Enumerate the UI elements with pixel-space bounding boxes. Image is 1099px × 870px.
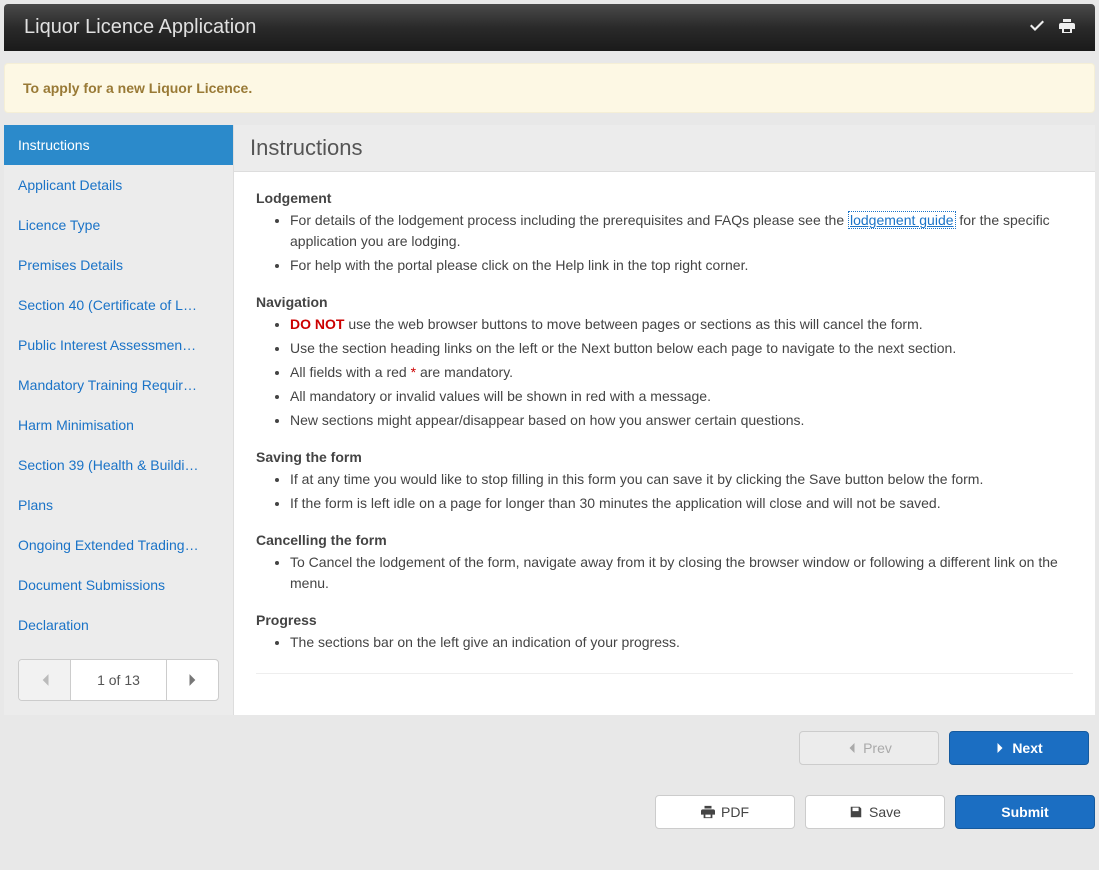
page-title: Liquor Licence Application (24, 16, 256, 39)
section-block: Navigation DO NOT use the web browser but… (256, 294, 1073, 431)
list-item: For help with the portal please click on… (290, 255, 1073, 276)
sidebar-item[interactable]: Document Submissions (4, 565, 233, 605)
main-layout: InstructionsApplicant DetailsLicence Typ… (4, 125, 1095, 715)
content-area: Instructions Lodgement For details of the… (234, 125, 1095, 715)
section-block: Cancelling the form To Cancel the lodgeme… (256, 532, 1073, 594)
sidebar-item[interactable]: Licence Type (4, 205, 233, 245)
nav-buttons: Prev Next (4, 715, 1095, 781)
pdf-button[interactable]: PDF (655, 795, 795, 829)
save-button[interactable]: Save (805, 795, 945, 829)
save-button-label: Save (869, 804, 901, 820)
footer-buttons: PDF Save Submit (0, 781, 1099, 853)
list-item: New sections might appear/disappear base… (290, 410, 1073, 431)
pdf-button-label: PDF (721, 804, 749, 820)
next-button-label: Next (1012, 740, 1042, 756)
sidebar-item[interactable]: Plans (4, 485, 233, 525)
submit-button[interactable]: Submit (955, 795, 1095, 829)
header-icon-group (1029, 18, 1075, 37)
sidebar-item[interactable]: Harm Minimisation (4, 405, 233, 445)
next-button[interactable]: Next (949, 731, 1089, 765)
section-list: To Cancel the lodgement of the form, nav… (290, 552, 1073, 594)
pager-label: 1 of 13 (71, 660, 166, 700)
sidebar-item[interactable]: Public Interest Assessmen… (4, 325, 233, 365)
section-block: Saving the form If at any time you would … (256, 449, 1073, 514)
sidebar-item[interactable]: Mandatory Training Requir… (4, 365, 233, 405)
content-body: Lodgement For details of the lodgement pr… (234, 172, 1095, 704)
section-title: Progress (256, 612, 1073, 628)
section-title: Navigation (256, 294, 1073, 310)
lodgement-guide-link[interactable]: lodgement guide (848, 211, 956, 229)
intro-banner: To apply for a new Liquor Licence. (4, 63, 1095, 113)
section-list: The sections bar on the left give an ind… (290, 632, 1073, 653)
section-block: Progress The sections bar on the left giv… (256, 612, 1073, 653)
section-title: Saving the form (256, 449, 1073, 465)
sidebar-item[interactable]: Premises Details (4, 245, 233, 285)
sidebar-item[interactable]: Declaration (4, 605, 233, 645)
check-icon[interactable] (1029, 18, 1045, 37)
app-header: Liquor Licence Application (4, 4, 1095, 51)
list-item: If the form is left idle on a page for l… (290, 493, 1073, 514)
submit-button-label: Submit (1001, 804, 1048, 820)
section-list: If at any time you would like to stop fi… (290, 469, 1073, 514)
warning-text: DO NOT (290, 316, 344, 332)
sidebar-item[interactable]: Section 39 (Health & Buildi… (4, 445, 233, 485)
sidebar-item[interactable]: Ongoing Extended Trading… (4, 525, 233, 565)
section-title: Cancelling the form (256, 532, 1073, 548)
prev-button[interactable]: Prev (799, 731, 939, 765)
content-heading: Instructions (234, 125, 1095, 172)
list-item: For details of the lodgement process inc… (290, 210, 1073, 252)
sidebar-item[interactable]: Applicant Details (4, 165, 233, 205)
list-item: Use the section heading links on the lef… (290, 338, 1073, 359)
section-block: Lodgement For details of the lodgement pr… (256, 190, 1073, 276)
content-divider (256, 673, 1073, 674)
list-item: If at any time you would like to stop fi… (290, 469, 1073, 490)
section-list: DO NOT use the web browser buttons to mo… (290, 314, 1073, 431)
sidebar: InstructionsApplicant DetailsLicence Typ… (4, 125, 234, 715)
sidebar-pager: 1 of 13 (18, 659, 219, 701)
list-item: DO NOT use the web browser buttons to mo… (290, 314, 1073, 335)
sidebar-item[interactable]: Section 40 (Certificate of L… (4, 285, 233, 325)
required-star: * (411, 364, 416, 380)
list-item: The sections bar on the left give an ind… (290, 632, 1073, 653)
prev-button-label: Prev (863, 740, 892, 756)
sidebar-item[interactable]: Instructions (4, 125, 233, 165)
pager-prev-button[interactable] (19, 660, 71, 700)
list-item: To Cancel the lodgement of the form, nav… (290, 552, 1073, 594)
list-item: All fields with a red * are mandatory. (290, 362, 1073, 383)
pager-next-button[interactable] (166, 660, 218, 700)
section-title: Lodgement (256, 190, 1073, 206)
print-icon[interactable] (1059, 18, 1075, 37)
section-list: For details of the lodgement process inc… (290, 210, 1073, 276)
list-item: All mandatory or invalid values will be … (290, 386, 1073, 407)
